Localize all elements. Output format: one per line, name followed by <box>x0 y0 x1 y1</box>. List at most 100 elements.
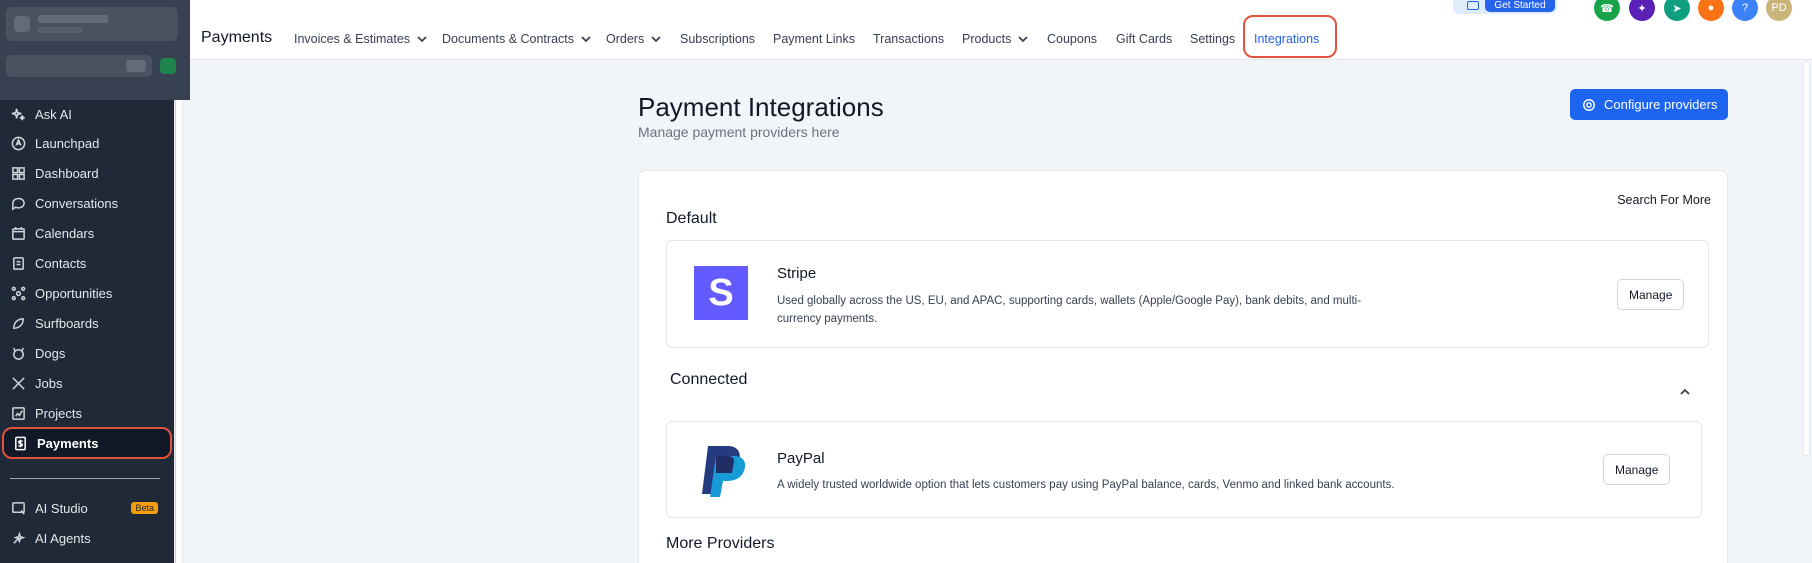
sidebar-item-ai-studio[interactable]: AI Studio Beta <box>0 494 174 522</box>
provider-name: PayPal <box>777 450 825 467</box>
configure-providers-button[interactable]: Configure providers <box>1570 89 1728 120</box>
sidebar-item-projects[interactable]: Projects <box>0 399 174 427</box>
surfboard-icon <box>10 315 26 331</box>
sidebar-item-label: AI Agents <box>35 530 91 546</box>
sidebar-item-surfboards[interactable]: Surfboards <box>0 309 174 337</box>
tab-settings[interactable]: Settings <box>1190 32 1235 46</box>
sidebar-item-label: Dashboard <box>35 165 99 181</box>
sidebar-item-calendars[interactable]: Calendars <box>0 219 174 247</box>
help-icon[interactable]: ? <box>1732 0 1758 21</box>
dog-icon <box>10 345 26 361</box>
phone-icon[interactable]: ☎ <box>1594 0 1620 21</box>
sidebar-header <box>0 0 190 100</box>
provider-name: Stripe <box>777 265 817 282</box>
shortcut-key <box>126 60 146 72</box>
sidebar-item-label: Ask AI <box>35 106 72 122</box>
providers-card: Search For More Default S Stripe Used gl… <box>638 170 1728 563</box>
chevron-down-icon <box>581 36 591 43</box>
tools-icon <box>10 375 26 391</box>
provider-description: A widely trusted worldwide option that l… <box>777 479 1395 491</box>
sidebar-item-label: AI Studio <box>35 500 88 516</box>
account-switcher[interactable] <box>6 7 178 41</box>
sidebar-item-label: Payments <box>37 435 99 451</box>
sidebar-item-label: Jobs <box>35 375 63 391</box>
main-content: Payment Integrations Manage payment prov… <box>190 61 1800 563</box>
paypal-manage-button[interactable]: Manage <box>1603 454 1671 485</box>
tab-orders[interactable]: Orders <box>606 32 662 46</box>
chevron-down-icon <box>1018 36 1028 43</box>
sidebar: Ask AI Launchpad Dashboard Conversations… <box>0 0 190 563</box>
card-icon <box>1467 1 1479 10</box>
contacts-icon <box>10 255 26 271</box>
ai-studio-icon <box>10 500 26 516</box>
beta-badge: Beta <box>131 502 158 514</box>
sidebar-item-label: Projects <box>35 405 82 421</box>
tab-gift-cards[interactable]: Gift Cards <box>1116 32 1172 46</box>
sparkle-icon <box>10 106 26 122</box>
megaphone-icon[interactable]: ➤ <box>1664 0 1690 21</box>
sidebar-item-ai-agents[interactable]: AI Agents <box>0 524 174 552</box>
sidebar-item-label: Conversations <box>35 195 119 211</box>
provider-description: Used globally across the US, EU, and APA… <box>777 295 1362 325</box>
sidebar-item-launchpad[interactable]: Launchpad <box>0 129 174 157</box>
page-title: Payment Integrations <box>638 92 884 122</box>
default-section-title: Default <box>666 210 717 227</box>
ai-agents-icon <box>10 530 26 546</box>
collapse-chevron-icon[interactable] <box>1679 385 1691 397</box>
chat-icon <box>10 195 26 211</box>
sidebar-item-label: Calendars <box>35 225 95 241</box>
tab-invoices-estimates[interactable]: Invoices & Estimates <box>294 32 428 46</box>
tab-products[interactable]: Products <box>962 32 1029 46</box>
sidebar-item-label: Launchpad <box>35 135 100 151</box>
network-icon <box>10 285 26 301</box>
sidebar-divider <box>10 478 160 479</box>
get-started-widget[interactable]: Get Started <box>1453 0 1557 14</box>
notification-bell-icon[interactable]: ● <box>1698 0 1724 21</box>
sidebar-item-conversations[interactable]: Conversations <box>0 189 174 217</box>
chevron-down-icon <box>651 36 661 43</box>
gear-icon <box>1583 98 1595 111</box>
active-tab-highlight <box>1243 15 1337 58</box>
stripe-manage-button[interactable]: Manage <box>1617 279 1685 310</box>
quick-add-button[interactable] <box>160 58 176 74</box>
sidebar-item-contacts[interactable]: Contacts <box>0 249 174 277</box>
grid-icon <box>10 165 26 181</box>
quick-search[interactable] <box>6 55 152 77</box>
sidebar-item-jobs[interactable]: Jobs <box>0 369 174 397</box>
tab-documents-contracts[interactable]: Documents & Contracts <box>442 32 592 46</box>
sidebar-item-label: Dogs <box>35 345 66 361</box>
sidebar-item-dashboard[interactable]: Dashboard <box>0 159 174 187</box>
sidebar-item-label: Opportunities <box>35 285 113 301</box>
sidebar-item-ask-ai[interactable]: Ask AI <box>0 100 174 128</box>
tab-transactions[interactable]: Transactions <box>873 32 944 46</box>
search-for-more-link[interactable]: Search For More <box>1617 193 1711 207</box>
more-providers-section-title: More Providers <box>666 535 775 552</box>
top-nav-bar: Payments Invoices & Estimates Documents … <box>190 0 1812 60</box>
page-section-title: Payments <box>201 29 273 46</box>
avatar[interactable]: PD <box>1766 0 1792 21</box>
connected-section-title: Connected <box>670 371 748 388</box>
chart-icon <box>10 405 26 421</box>
chevron-down-icon <box>417 36 427 43</box>
main-scrollbar[interactable] <box>1801 61 1812 563</box>
tab-payment-links[interactable]: Payment Links <box>773 32 855 46</box>
sidebar-item-opportunities[interactable]: Opportunities <box>0 279 174 307</box>
sidebar-item-label: Contacts <box>35 255 87 271</box>
sidebar-item-payments[interactable]: Payments <box>2 427 172 459</box>
tab-subscriptions[interactable]: Subscriptions <box>680 32 755 46</box>
sidebar-item-dogs[interactable]: Dogs <box>0 339 174 367</box>
ai-sparkle-icon[interactable]: ✦ <box>1629 0 1655 21</box>
account-avatar <box>14 16 30 32</box>
calendar-icon <box>10 225 26 241</box>
paypal-provider-card: PayPal A widely trusted worldwide option… <box>666 421 1702 518</box>
stripe-logo: S <box>694 266 748 320</box>
paypal-logo <box>694 442 748 498</box>
tab-coupons[interactable]: Coupons <box>1047 32 1097 46</box>
payments-icon <box>12 435 28 451</box>
stripe-provider-card: S Stripe Used globally across the US, EU… <box>666 240 1709 348</box>
rocket-icon <box>10 135 26 151</box>
get-started-button[interactable]: Get Started <box>1485 0 1555 12</box>
page-subtitle: Manage payment providers here <box>638 124 840 140</box>
sidebar-item-label: Surfboards <box>35 315 99 331</box>
sidebar-scrollbar[interactable] <box>174 100 183 563</box>
